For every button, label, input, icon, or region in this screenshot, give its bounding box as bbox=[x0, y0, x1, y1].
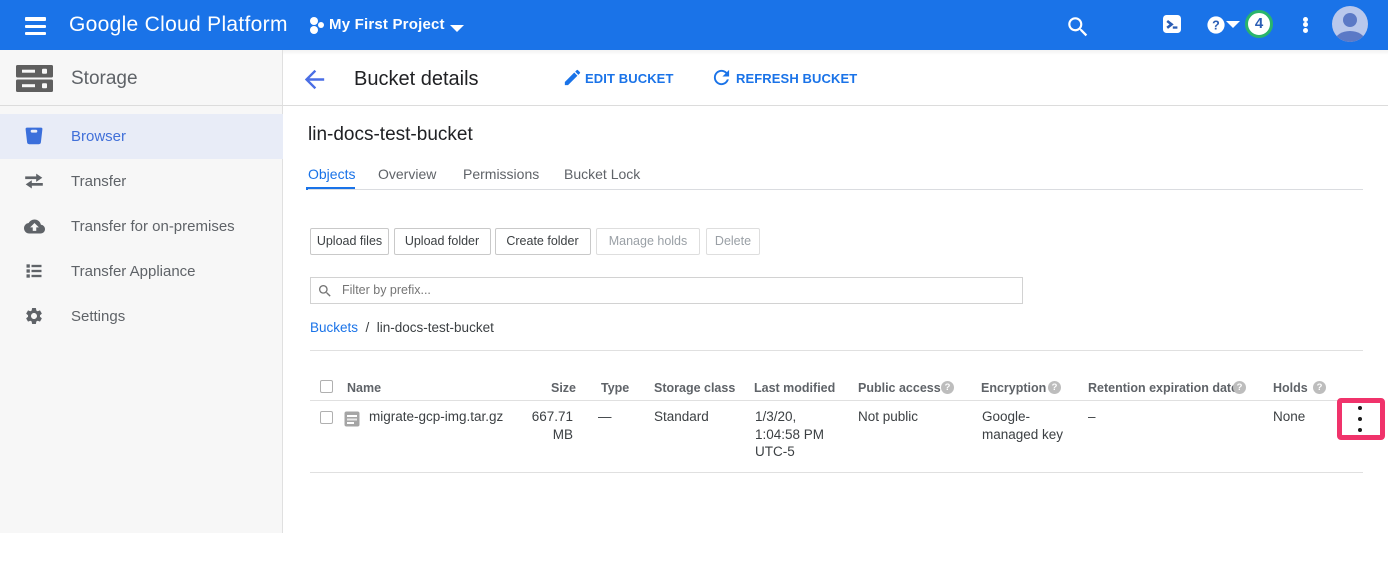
svg-text:?: ? bbox=[1212, 19, 1220, 33]
